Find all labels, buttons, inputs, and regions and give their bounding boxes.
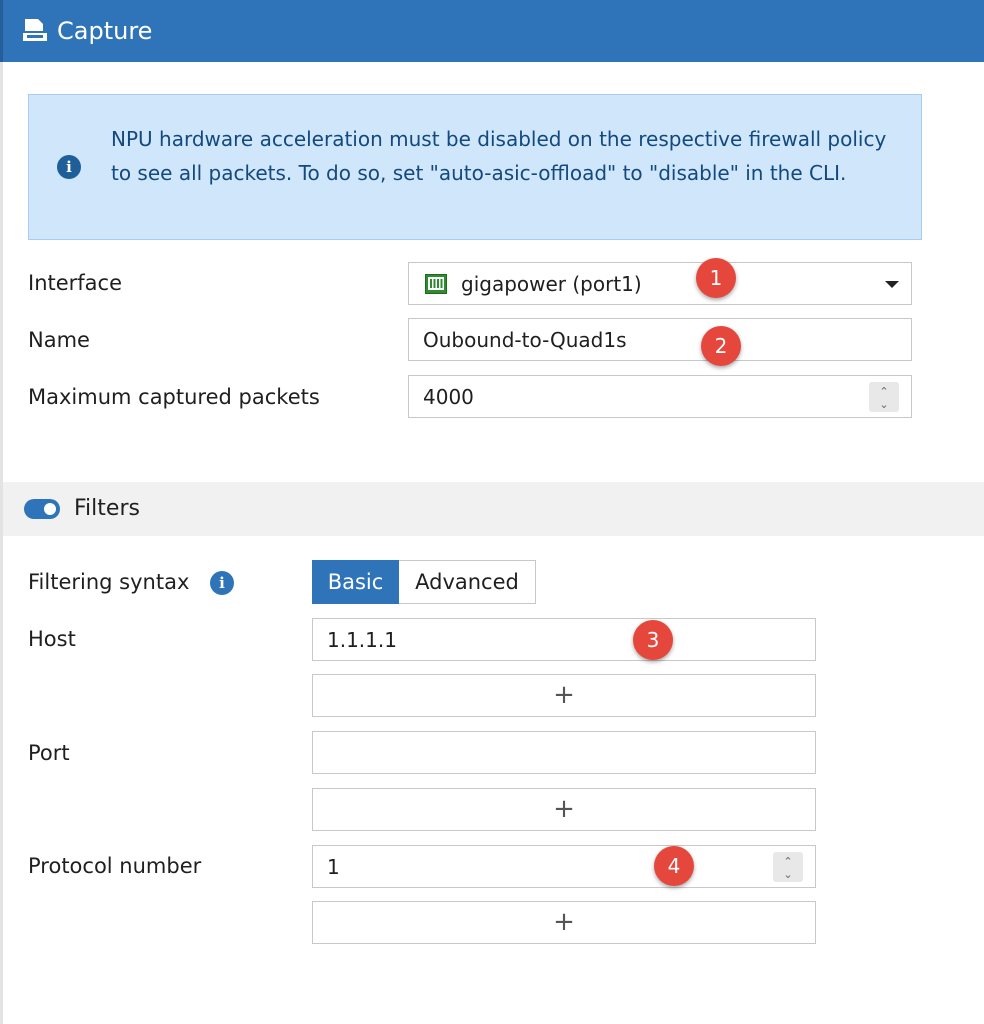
notice-text: NPU hardware acceleration must be disabl… <box>111 127 887 185</box>
max-packets-value: 4000 <box>423 385 474 409</box>
syntax-advanced-button[interactable]: Advanced <box>399 560 536 604</box>
syntax-basic-button[interactable]: Basic <box>312 560 399 604</box>
filtering-syntax-label: Filtering syntax <box>28 570 190 594</box>
protocol-input[interactable]: 1 ⌃ ⌄ <box>312 845 816 888</box>
annotation-badge-2: 2 <box>701 326 741 366</box>
host-label: Host <box>28 627 76 651</box>
interface-select[interactable]: gigapower (port1) <box>408 262 912 305</box>
annotation-badge-4: 4 <box>654 846 694 886</box>
name-value: Oubound-to-Quad1s <box>423 328 627 352</box>
name-label: Name <box>28 328 90 352</box>
protocol-label: Protocol number <box>28 854 202 878</box>
max-packets-label: Maximum captured packets <box>28 385 320 409</box>
interface-label: Interface <box>28 271 123 295</box>
filters-section-header: Filters <box>3 482 984 536</box>
capture-header: Capture <box>0 0 984 62</box>
filters-title: Filters <box>74 496 140 521</box>
toggle-knob <box>44 503 56 515</box>
name-input[interactable]: Oubound-to-Quad1s <box>408 318 912 361</box>
filters-toggle[interactable] <box>24 499 60 519</box>
npu-notice: i NPU hardware acceleration must be disa… <box>28 94 922 240</box>
port-input[interactable] <box>312 731 816 774</box>
stepper-icon[interactable]: ⌃ ⌄ <box>773 852 803 882</box>
annotation-badge-1: 1 <box>696 258 736 298</box>
annotation-badge-3: 3 <box>633 620 673 660</box>
protocol-value: 1 <box>327 855 340 879</box>
stepper-icon[interactable]: ⌃ ⌄ <box>869 382 899 412</box>
add-protocol-button[interactable]: + <box>312 901 816 944</box>
info-icon[interactable]: i <box>210 571 234 595</box>
host-input[interactable]: 1.1.1.1 <box>312 618 816 661</box>
chevron-down-icon <box>885 281 899 288</box>
ethernet-port-icon <box>425 274 447 294</box>
capture-icon <box>23 19 47 41</box>
left-divider <box>0 62 3 1024</box>
max-packets-input[interactable]: 4000 ⌃ ⌄ <box>408 375 912 418</box>
add-port-button[interactable]: + <box>312 788 816 831</box>
info-icon: i <box>57 155 81 179</box>
host-value: 1.1.1.1 <box>327 628 397 652</box>
port-label: Port <box>28 741 70 765</box>
interface-value: gigapower (port1) <box>461 272 642 296</box>
add-host-button[interactable]: + <box>312 674 816 717</box>
page-title: Capture <box>57 17 153 45</box>
